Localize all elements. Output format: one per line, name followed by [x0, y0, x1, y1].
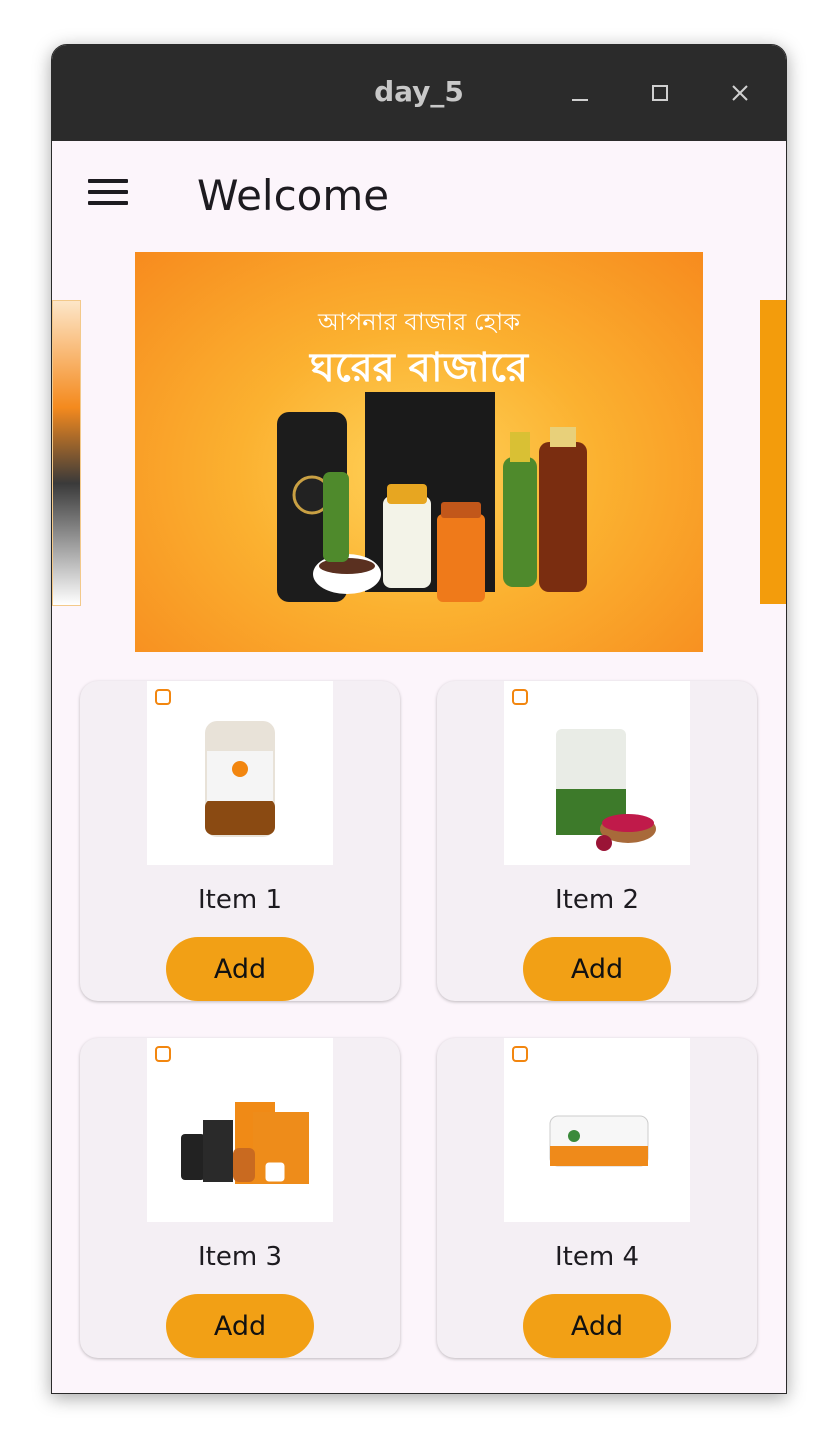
product-name: Item 1 [198, 885, 282, 915]
page-title: Welcome [197, 171, 390, 220]
product-name: Item 3 [198, 1242, 282, 1272]
product-name: Item 2 [555, 885, 639, 915]
carousel-next-slide[interactable] [760, 300, 786, 604]
product-name: Item 4 [555, 1242, 639, 1272]
product-card: Item 4 Add [437, 1038, 757, 1358]
product-image[interactable] [504, 681, 690, 865]
add-button[interactable]: Add [166, 937, 314, 1001]
carousel-prev-slide[interactable] [52, 300, 81, 606]
app-window: day_5 Welcome আপনার বাজার হোক ঘরের বাজার… [51, 44, 787, 1394]
window-titlebar[interactable]: day_5 [52, 45, 786, 141]
banner-products-image [277, 392, 587, 602]
product-image[interactable] [504, 1038, 690, 1222]
app-bar: Welcome [52, 141, 786, 249]
maximize-icon[interactable] [640, 73, 680, 113]
product-image[interactable] [147, 681, 333, 865]
hamburger-menu-icon[interactable] [88, 179, 128, 211]
close-icon[interactable] [720, 73, 760, 113]
minimize-icon[interactable] [560, 73, 600, 113]
add-button[interactable]: Add [523, 1294, 671, 1358]
add-button[interactable]: Add [166, 1294, 314, 1358]
add-button[interactable]: Add [523, 937, 671, 1001]
product-image[interactable] [147, 1038, 333, 1222]
product-card: Item 1 Add [80, 681, 400, 1001]
product-card: Item 2 Add [437, 681, 757, 1001]
carousel-banner[interactable]: আপনার বাজার হোক ঘরের বাজারে [135, 252, 703, 652]
product-card: Item 3 Add [80, 1038, 400, 1358]
